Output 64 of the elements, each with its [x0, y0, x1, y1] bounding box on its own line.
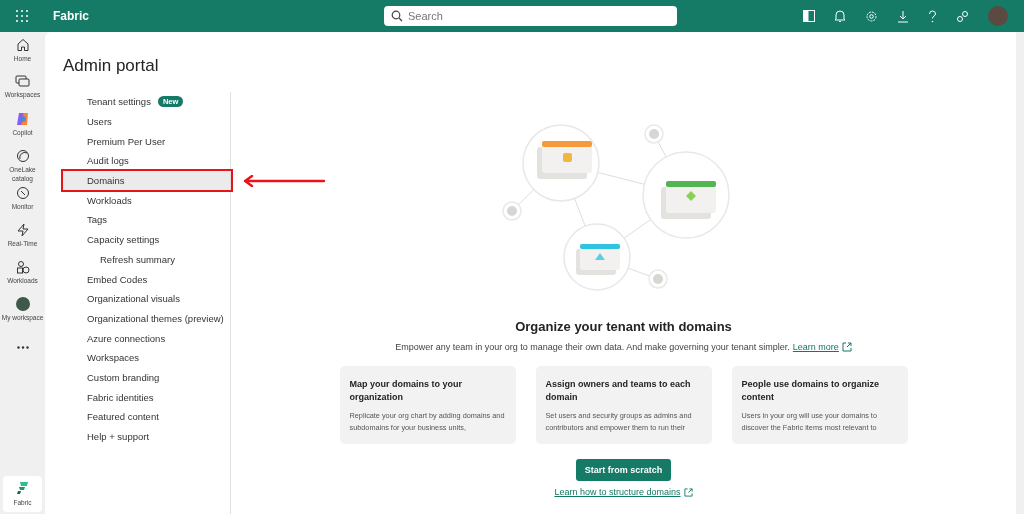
- hero-subtitle: Empower any team in your org to manage their own data. And make governing your tenant simpler.: [395, 342, 790, 352]
- card-title: Map your domains to your organization: [349, 378, 463, 404]
- monitors-icon: [15, 75, 30, 88]
- lightning-icon: [15, 223, 30, 237]
- nav-label: Embed Codes: [87, 273, 148, 285]
- nav-label: Organizational themes (preview): [87, 312, 224, 324]
- nav-label: Organizational visuals: [87, 293, 180, 305]
- home-icon: [15, 38, 30, 52]
- shapes-icon: [15, 260, 30, 274]
- nav-label: Domains: [87, 175, 125, 187]
- nav-item[interactable]: Azure connections: [63, 328, 230, 348]
- nav-label: Workloads: [87, 194, 132, 206]
- external-link-icon: [683, 487, 693, 497]
- nav-item[interactable]: Workspaces: [63, 347, 230, 368]
- arrow-icon: [242, 174, 326, 187]
- nav-item[interactable]: Help + support: [63, 426, 230, 447]
- settings-icon[interactable]: [865, 9, 878, 23]
- nav-item[interactable]: Fabric identities: [63, 387, 230, 407]
- bell-icon[interactable]: [834, 9, 846, 23]
- nav-item[interactable]: Users: [63, 111, 230, 132]
- nav-item[interactable]: Tags: [63, 210, 230, 230]
- nav-item[interactable]: Featured content: [63, 407, 230, 427]
- nav-label: Refresh summary: [100, 253, 175, 265]
- nav-item[interactable]: Premium Per User: [63, 131, 230, 152]
- fabric-logo-icon: [16, 481, 29, 495]
- gauge-icon: [15, 186, 30, 200]
- structure-domains-link[interactable]: Learn how to structure domains: [554, 487, 681, 497]
- share-icon[interactable]: [956, 9, 969, 23]
- nav-label: Capacity settings: [87, 234, 160, 246]
- globe-icon: [15, 149, 30, 163]
- start-from-scratch-button[interactable]: Start from scratch: [575, 459, 672, 481]
- nav-label: Tenant settings: [87, 96, 151, 108]
- nav-item[interactable]: Workloads: [63, 190, 230, 211]
- nav-label: Featured content: [87, 411, 159, 423]
- external-link-icon: [841, 342, 852, 352]
- hero-title: Organize your tenant with domains: [515, 319, 732, 334]
- nav-item[interactable]: Organizational visuals: [63, 288, 230, 309]
- nav-label: Workspaces: [87, 352, 140, 364]
- nav-item[interactable]: Embed Codes: [63, 269, 230, 289]
- nav-label: Tags: [87, 214, 108, 226]
- panel-toggle-icon[interactable]: [803, 10, 815, 22]
- nav-label: Help + support: [87, 431, 150, 443]
- nav-item[interactable]: Organizational themes (preview): [63, 308, 230, 329]
- learn-more-link[interactable]: Learn more: [792, 342, 839, 352]
- card-title: Assign owners and teams to each domain: [545, 378, 692, 404]
- nav-label: Custom branding: [87, 371, 160, 383]
- more-icon[interactable]: [16, 346, 29, 349]
- nav-label: Users: [87, 116, 112, 128]
- nav-label: Azure connections: [87, 332, 166, 344]
- nav-label: Premium Per User: [87, 135, 166, 147]
- help-icon[interactable]: [928, 9, 937, 23]
- nav-item[interactable]: Capacity settings: [63, 229, 230, 250]
- page-title: Admin portal: [63, 56, 160, 77]
- search-field[interactable]: Search: [384, 6, 677, 26]
- nav-item[interactable]: Custom branding: [63, 367, 230, 388]
- app-launcher-icon[interactable]: [16, 10, 28, 22]
- avatar-icon: [15, 297, 30, 311]
- app-name[interactable]: Fabric: [53, 9, 89, 23]
- nav-label: Audit logs: [87, 155, 129, 167]
- card-title: People use domains to organize content: [741, 378, 881, 404]
- nav-item[interactable]: Audit logs: [63, 151, 230, 171]
- download-icon[interactable]: [897, 9, 909, 23]
- nav-item[interactable]: Refresh summary: [63, 249, 230, 270]
- nav-label: Fabric identities: [87, 391, 154, 403]
